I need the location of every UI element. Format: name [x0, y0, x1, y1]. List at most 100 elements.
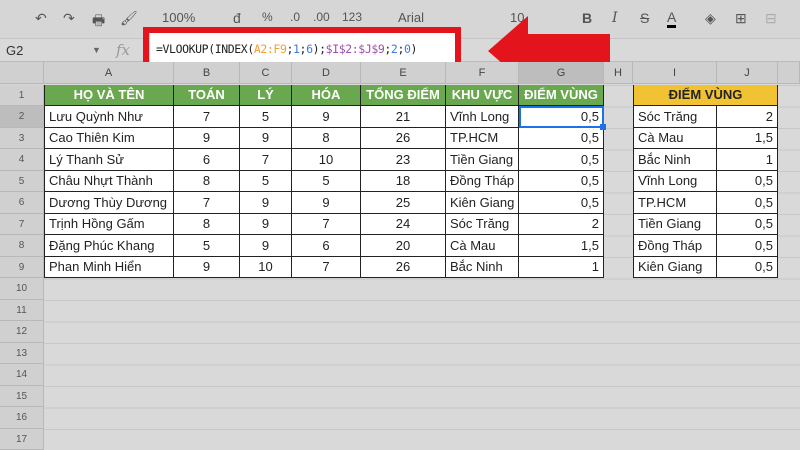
- table-cell[interactable]: 7: [240, 149, 292, 171]
- table-cell[interactable]: Sóc Trăng: [446, 213, 519, 235]
- lookup-cell[interactable]: TP.HCM: [633, 192, 717, 214]
- row-header-11[interactable]: 11: [0, 299, 44, 321]
- redo-icon[interactable]: ↷: [63, 10, 75, 27]
- fill-color-icon[interactable]: ◈: [705, 10, 716, 27]
- cell-diem-vung[interactable]: 0,5: [519, 127, 604, 149]
- table-cell[interactable]: 9: [292, 106, 361, 128]
- row-header-8[interactable]: 8: [0, 235, 44, 257]
- table-cell[interactable]: 8: [174, 213, 240, 235]
- table-cell[interactable]: 9: [292, 192, 361, 214]
- table-cell[interactable]: 9: [240, 213, 292, 235]
- cell-diem-vung[interactable]: 0,5: [519, 106, 604, 128]
- table-cell[interactable]: Kiên Giang: [446, 192, 519, 214]
- lookup-cell[interactable]: Kiên Giang: [633, 256, 717, 278]
- table-cell[interactable]: 8: [292, 127, 361, 149]
- row-header-5[interactable]: 5: [0, 170, 44, 192]
- zoom-select[interactable]: 100%: [162, 10, 195, 25]
- font-select[interactable]: Arial: [398, 10, 424, 25]
- table-cell[interactable]: 25: [361, 192, 446, 214]
- column-header-G[interactable]: G: [519, 62, 604, 84]
- table-cell[interactable]: 9: [174, 127, 240, 149]
- lookup-cell[interactable]: 0,5: [717, 256, 778, 278]
- select-all[interactable]: [0, 62, 44, 84]
- lookup-cell[interactable]: 2: [717, 106, 778, 128]
- table-cell[interactable]: 6: [292, 235, 361, 257]
- lookup-cell[interactable]: Sóc Trăng: [633, 106, 717, 128]
- table-cell[interactable]: 9: [240, 127, 292, 149]
- table-cell[interactable]: 9: [240, 235, 292, 257]
- table-cell[interactable]: Lý Thanh Sử: [44, 149, 174, 171]
- lookup-cell[interactable]: Vĩnh Long: [633, 170, 717, 192]
- table-cell[interactable]: Đồng Tháp: [446, 170, 519, 192]
- row-header-14[interactable]: 14: [0, 364, 44, 386]
- strikethrough-button[interactable]: S: [640, 10, 649, 26]
- cell-diem-vung[interactable]: 0,5: [519, 170, 604, 192]
- cell-diem-vung[interactable]: 0,5: [519, 192, 604, 214]
- print-icon[interactable]: 🖶: [92, 10, 105, 34]
- row-header-16[interactable]: 16: [0, 407, 44, 429]
- column-header-B[interactable]: B: [174, 62, 240, 84]
- row-header-15[interactable]: 15: [0, 385, 44, 407]
- increase-decimal-button[interactable]: .00: [313, 10, 330, 24]
- column-header-E[interactable]: E: [361, 62, 446, 84]
- column-header-C[interactable]: C: [240, 62, 292, 84]
- cell-diem-vung[interactable]: 0,5: [519, 149, 604, 171]
- table-cell[interactable]: Dương Thùy Dương: [44, 192, 174, 214]
- lookup-cell[interactable]: Bắc Ninh: [633, 149, 717, 171]
- row-header-2[interactable]: 2: [0, 106, 44, 128]
- fill-handle[interactable]: [600, 124, 606, 130]
- table-cell[interactable]: 6: [174, 149, 240, 171]
- table-cell[interactable]: 23: [361, 149, 446, 171]
- row-header-4[interactable]: 4: [0, 149, 44, 171]
- table-cell[interactable]: 21: [361, 106, 446, 128]
- table-cell[interactable]: 5: [292, 170, 361, 192]
- currency-button[interactable]: đ: [233, 10, 241, 26]
- table-cell[interactable]: 5: [174, 235, 240, 257]
- column-header-D[interactable]: D: [292, 62, 361, 84]
- cell-diem-vung[interactable]: 2: [519, 213, 604, 235]
- table-cell[interactable]: 24: [361, 213, 446, 235]
- table-cell[interactable]: Châu Nhựt Thành: [44, 170, 174, 192]
- column-header-A[interactable]: A: [44, 62, 174, 84]
- table-cell[interactable]: Tiền Giang: [446, 149, 519, 171]
- lookup-cell[interactable]: 0,5: [717, 170, 778, 192]
- row-header-12[interactable]: 12: [0, 321, 44, 343]
- table-cell[interactable]: TP.HCM: [446, 127, 519, 149]
- cell-diem-vung[interactable]: 1,5: [519, 235, 604, 257]
- row-header-6[interactable]: 6: [0, 192, 44, 214]
- lookup-cell[interactable]: 0,5: [717, 213, 778, 235]
- table-cell[interactable]: 8: [174, 170, 240, 192]
- table-cell[interactable]: Bắc Ninh: [446, 256, 519, 278]
- column-header-J[interactable]: J: [717, 62, 778, 84]
- column-header-F[interactable]: F: [446, 62, 519, 84]
- borders-icon[interactable]: ⊞: [735, 10, 747, 27]
- lookup-cell[interactable]: Tiền Giang: [633, 213, 717, 235]
- table-cell[interactable]: 26: [361, 127, 446, 149]
- table-cell[interactable]: Vĩnh Long: [446, 106, 519, 128]
- row-header-9[interactable]: 9: [0, 256, 44, 278]
- name-box[interactable]: G2: [6, 43, 23, 58]
- lookup-cell[interactable]: 0,5: [717, 192, 778, 214]
- table-cell[interactable]: Trịnh Hồng Gấm: [44, 213, 174, 235]
- table-cell[interactable]: 7: [174, 106, 240, 128]
- format-select[interactable]: 123: [342, 10, 362, 24]
- table-cell[interactable]: 7: [292, 213, 361, 235]
- table-cell[interactable]: 10: [292, 149, 361, 171]
- table-cell[interactable]: 20: [361, 235, 446, 257]
- column-header-I[interactable]: I: [633, 62, 717, 84]
- row-header-10[interactable]: 10: [0, 278, 44, 300]
- row-header-13[interactable]: 13: [0, 342, 44, 364]
- table-cell[interactable]: 18: [361, 170, 446, 192]
- cell-diem-vung[interactable]: 1: [519, 256, 604, 278]
- table-cell[interactable]: Cao Thiên Kim: [44, 127, 174, 149]
- table-cell[interactable]: 26: [361, 256, 446, 278]
- paint-format-icon[interactable]: 🖌: [120, 10, 138, 27]
- chevron-down-icon[interactable]: ▼: [92, 45, 101, 55]
- table-cell[interactable]: Cà Mau: [446, 235, 519, 257]
- lookup-cell[interactable]: Đồng Tháp: [633, 235, 717, 257]
- lookup-cell[interactable]: 1: [717, 149, 778, 171]
- text-color-button[interactable]: A: [667, 10, 677, 28]
- table-cell[interactable]: 10: [240, 256, 292, 278]
- table-cell[interactable]: 9: [174, 256, 240, 278]
- table-cell[interactable]: 5: [240, 170, 292, 192]
